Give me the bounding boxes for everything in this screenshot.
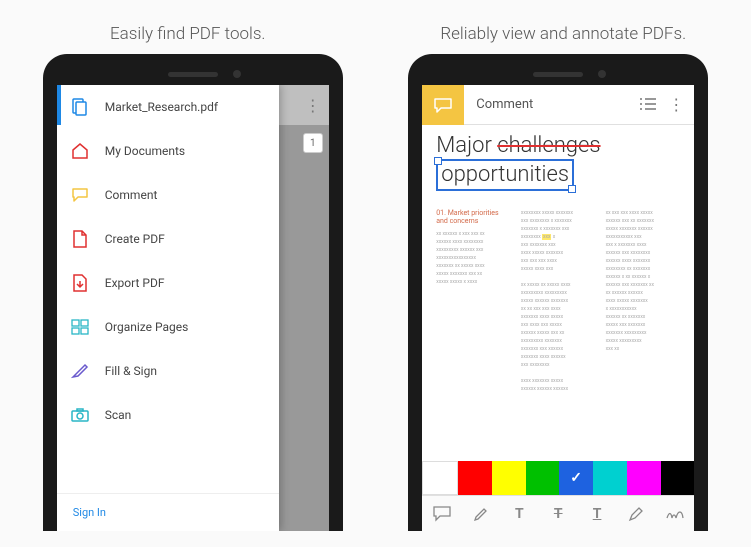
tool-comment[interactable] bbox=[427, 499, 457, 529]
sidebar-item-create[interactable]: Create PDF bbox=[57, 217, 279, 261]
swatch-green[interactable] bbox=[526, 461, 560, 495]
check-icon: ✓ bbox=[570, 470, 582, 486]
swatch-red[interactable] bbox=[458, 461, 492, 495]
swatch-cyan[interactable] bbox=[593, 461, 627, 495]
swatch-yellow[interactable] bbox=[492, 461, 526, 495]
strikethrough-text: challenges bbox=[497, 133, 600, 158]
tool-signature[interactable] bbox=[660, 499, 690, 529]
document-headline: Major challenges opportunities bbox=[436, 133, 680, 191]
tool-text-strike[interactable]: T bbox=[543, 499, 573, 529]
overflow-icon[interactable]: ⋮ bbox=[305, 96, 321, 115]
section-title: 01. Market priorities and concerns bbox=[436, 209, 511, 226]
tool-highlighter[interactable] bbox=[466, 499, 496, 529]
page-number-badge: 1 bbox=[303, 133, 323, 153]
home-icon bbox=[71, 142, 89, 160]
header-title: Comment bbox=[464, 97, 640, 112]
swatch-magenta[interactable] bbox=[627, 461, 661, 495]
caption-right: Reliably view and annotate PDFs. bbox=[376, 24, 751, 44]
tool-text[interactable]: T bbox=[504, 499, 534, 529]
tool-text-underline[interactable]: T bbox=[582, 499, 612, 529]
sidebar-item-label: Organize Pages bbox=[105, 320, 189, 334]
sidebar-item-label: Comment bbox=[105, 188, 158, 202]
phone-left: ⋮ 1 Market_Research.pdf My Documents bbox=[43, 54, 343, 531]
sidebar-item-label: Fill & Sign bbox=[105, 364, 157, 378]
tool-pencil[interactable] bbox=[621, 499, 651, 529]
comment-mode-icon[interactable] bbox=[422, 85, 464, 125]
sidebar-item-label: Create PDF bbox=[105, 232, 165, 246]
sidebar-item-file[interactable]: Market_Research.pdf bbox=[57, 85, 279, 129]
selected-annotation: opportunities bbox=[436, 159, 574, 191]
camera-icon bbox=[71, 406, 89, 424]
pen-icon bbox=[71, 362, 89, 380]
sidebar-item-label: My Documents bbox=[105, 144, 185, 158]
comment-header: Comment ⋮ bbox=[422, 85, 694, 125]
sidebar-item-label: Market_Research.pdf bbox=[105, 100, 218, 114]
comment-icon bbox=[71, 186, 89, 204]
sidebar-item-mydocs[interactable]: My Documents bbox=[57, 129, 279, 173]
navigation-drawer: Market_Research.pdf My Documents Comment bbox=[57, 85, 279, 531]
caption-left: Easily find PDF tools. bbox=[0, 24, 376, 44]
document-body: 01. Market priorities and concerns xx xx… bbox=[436, 209, 680, 393]
organize-icon bbox=[71, 318, 89, 336]
sidebar-item-organize[interactable]: Organize Pages bbox=[57, 305, 279, 349]
swatch-black[interactable] bbox=[661, 461, 695, 495]
sidebar-item-scan[interactable]: Scan bbox=[57, 393, 279, 437]
document-view[interactable]: Major challenges opportunities 01. Marke… bbox=[422, 125, 694, 461]
annotation-toolbar: T T T bbox=[422, 495, 694, 531]
sidebar-item-comment[interactable]: Comment bbox=[57, 173, 279, 217]
export-pdf-icon bbox=[71, 274, 89, 292]
create-pdf-icon bbox=[71, 230, 89, 248]
sidebar-item-label: Scan bbox=[105, 408, 132, 422]
sidebar-item-export[interactable]: Export PDF bbox=[57, 261, 279, 305]
swatch-white[interactable] bbox=[422, 461, 458, 495]
phone-right: Comment ⋮ 1 Major challenges opportuniti… bbox=[408, 54, 708, 531]
document-icon bbox=[71, 98, 89, 116]
sidebar-item-fillsign[interactable]: Fill & Sign bbox=[57, 349, 279, 393]
sidebar-item-label: Export PDF bbox=[105, 276, 165, 290]
swatch-blue[interactable]: ✓ bbox=[559, 461, 593, 495]
list-icon[interactable] bbox=[640, 95, 656, 114]
sign-in-link[interactable]: Sign In bbox=[57, 493, 279, 531]
color-swatches: ✓ bbox=[422, 461, 694, 495]
overflow-icon[interactable]: ⋮ bbox=[668, 95, 684, 114]
